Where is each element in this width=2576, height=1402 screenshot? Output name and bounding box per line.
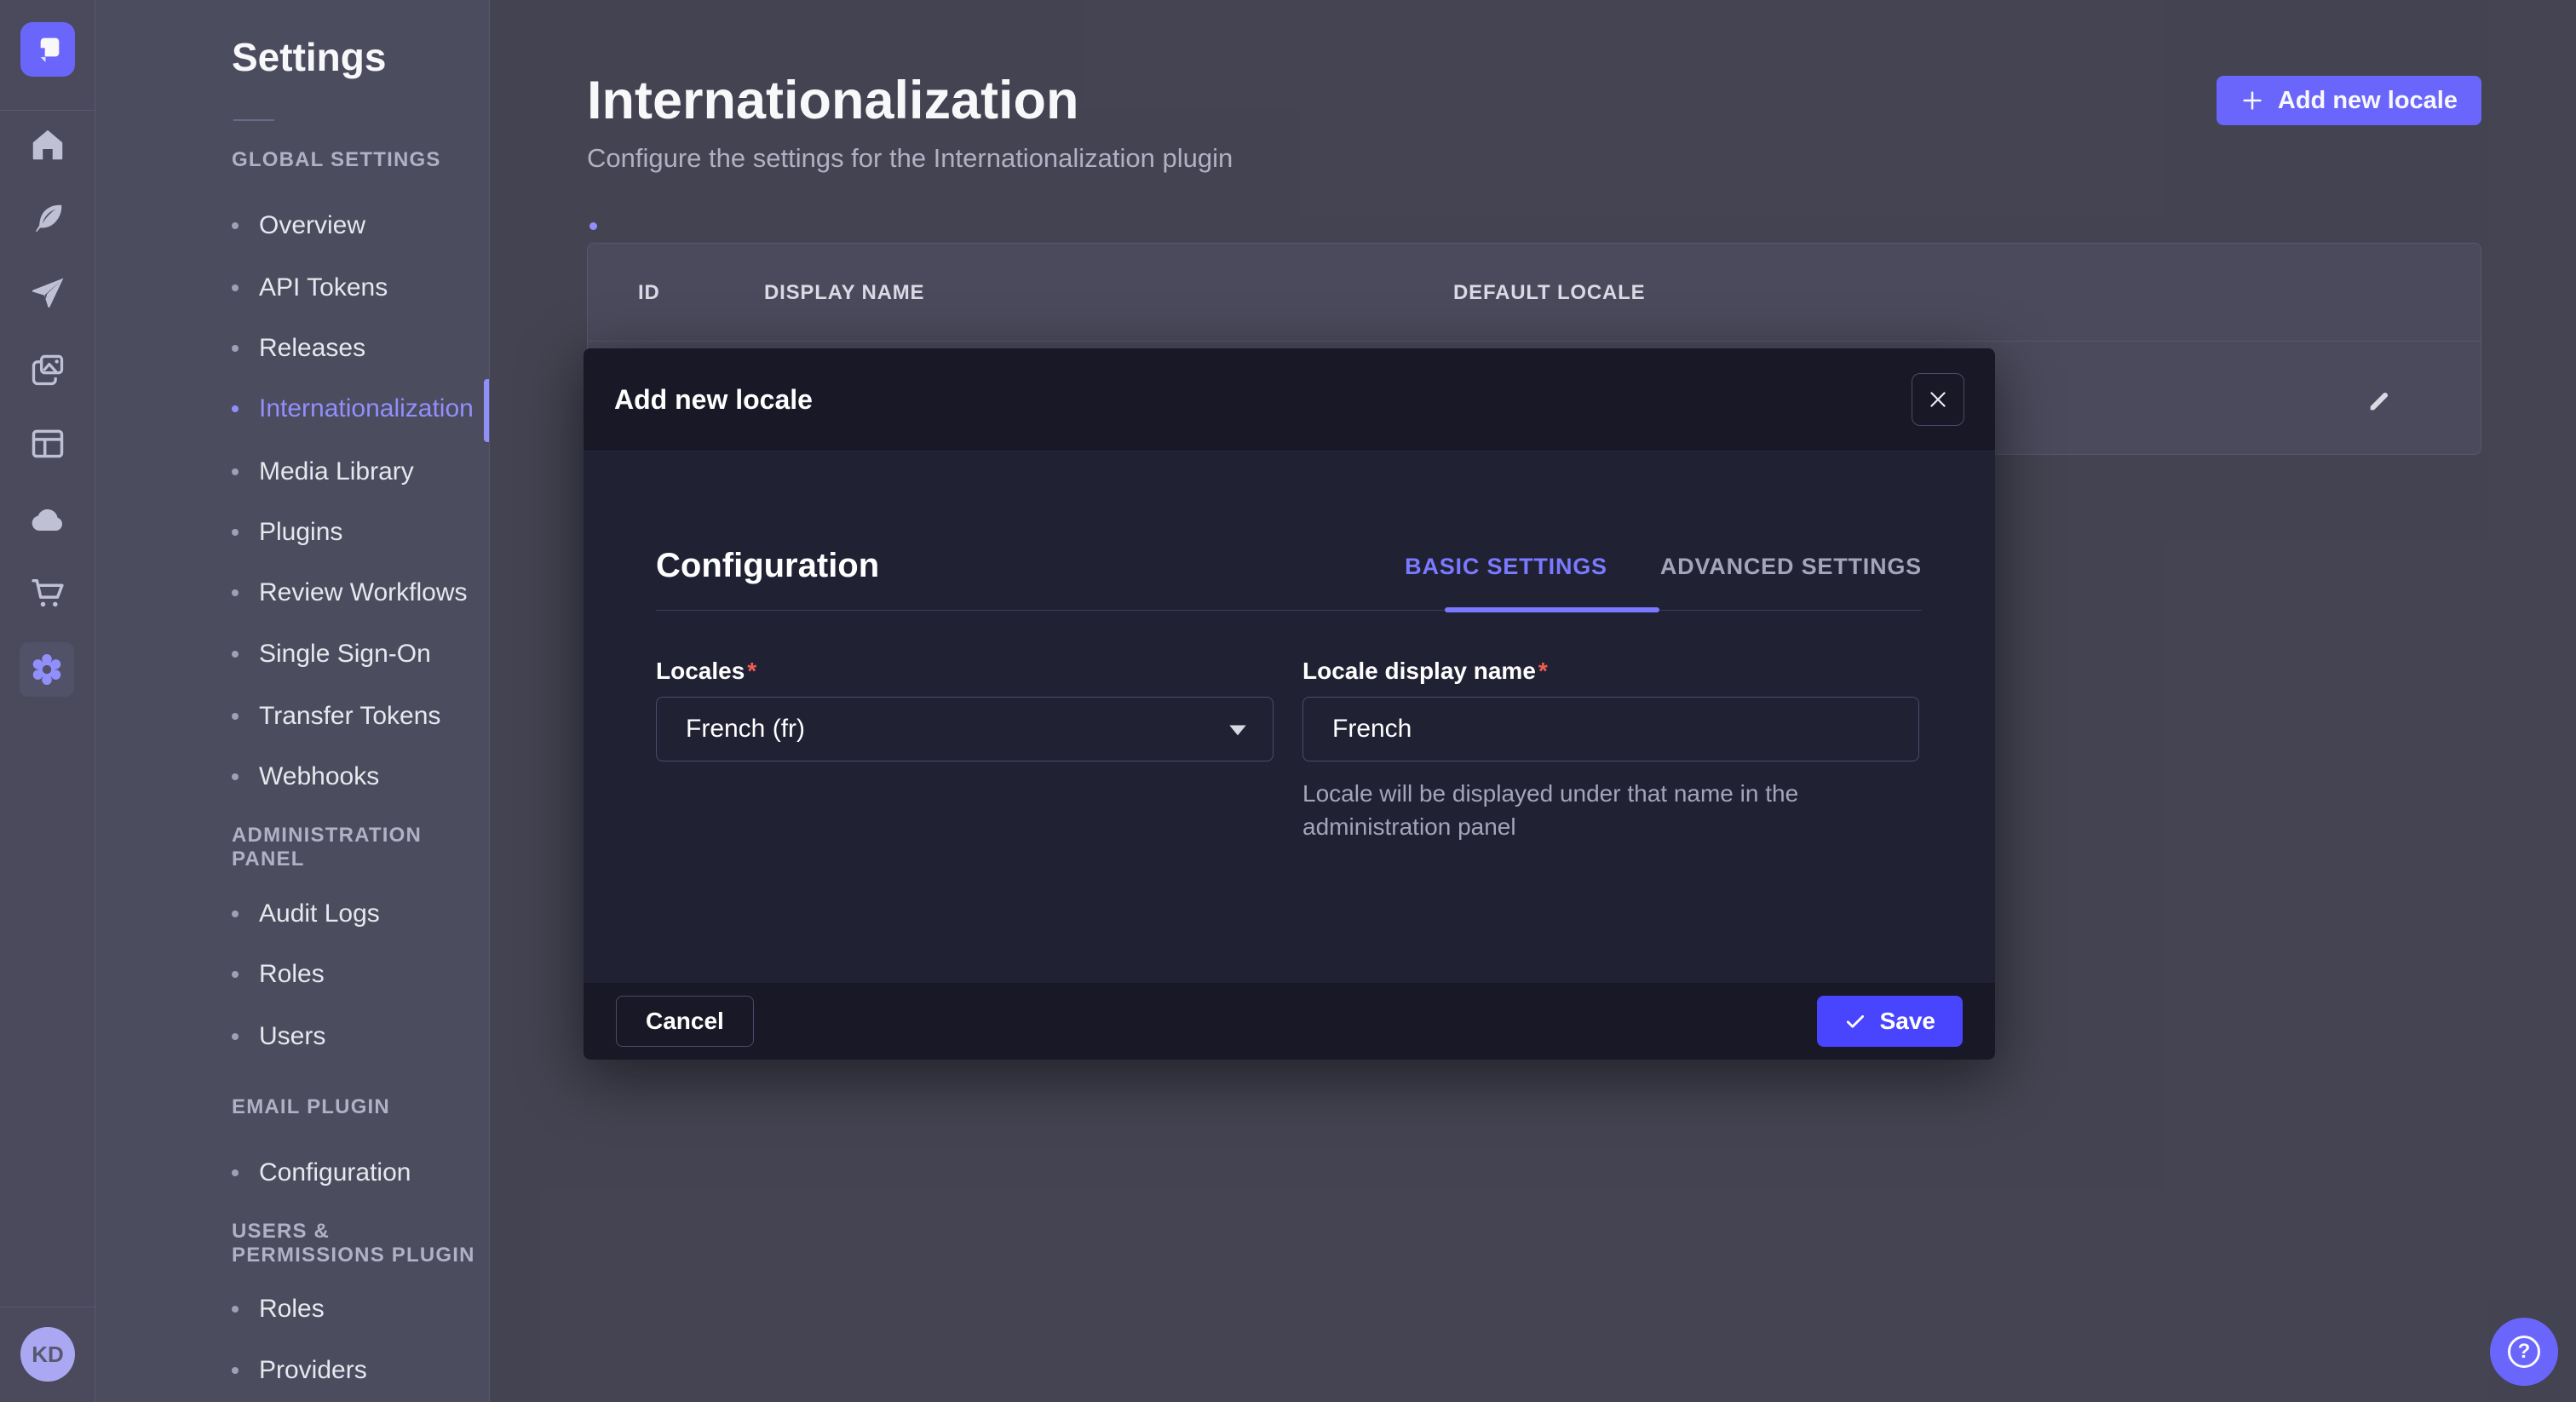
locales-select[interactable]: French (fr) (656, 697, 1274, 761)
tab-advanced-settings[interactable]: ADVANCED SETTINGS (1660, 554, 1922, 580)
cancel-button[interactable]: Cancel (616, 996, 754, 1047)
settings-tabs: BASIC SETTINGS ADVANCED SETTINGS (1405, 554, 1922, 580)
active-tab-underline (1445, 607, 1659, 612)
required-asterisk: * (1538, 658, 1548, 684)
close-modal-button[interactable] (1912, 373, 1964, 426)
required-asterisk: * (747, 658, 756, 684)
modal-title: Add new locale (614, 384, 813, 416)
display-name-hint: Locale will be displayed under that name… (1302, 777, 1899, 843)
modal-body: Configuration BASIC SETTINGS ADVANCED SE… (584, 451, 1995, 983)
modal-footer: Cancel Save (584, 983, 1995, 1060)
display-name-input[interactable] (1302, 697, 1919, 761)
chevron-down-icon (1227, 722, 1249, 739)
display-name-field: Locale display name* Locale will be disp… (1302, 658, 1919, 843)
close-icon (1927, 388, 1949, 411)
save-button[interactable]: Save (1817, 996, 1963, 1047)
locales-select-value: French (fr) (686, 715, 805, 744)
tab-basic-settings[interactable]: BASIC SETTINGS (1405, 554, 1607, 580)
add-new-locale-modal: Add new locale Configuration BASIC SETTI… (584, 348, 1995, 1060)
strapi-admin-app: KD Settings GLOBAL SETTINGS Overview API… (0, 0, 2576, 1402)
modal-header: Add new locale (584, 348, 1995, 451)
locales-field: Locales* French (fr) (656, 658, 1274, 761)
configuration-heading: Configuration (656, 547, 879, 585)
locales-label: Locales* (656, 658, 1274, 685)
display-name-label: Locale display name* (1302, 658, 1919, 685)
tabs-divider (656, 610, 1922, 611)
check-icon (1844, 1010, 1866, 1032)
